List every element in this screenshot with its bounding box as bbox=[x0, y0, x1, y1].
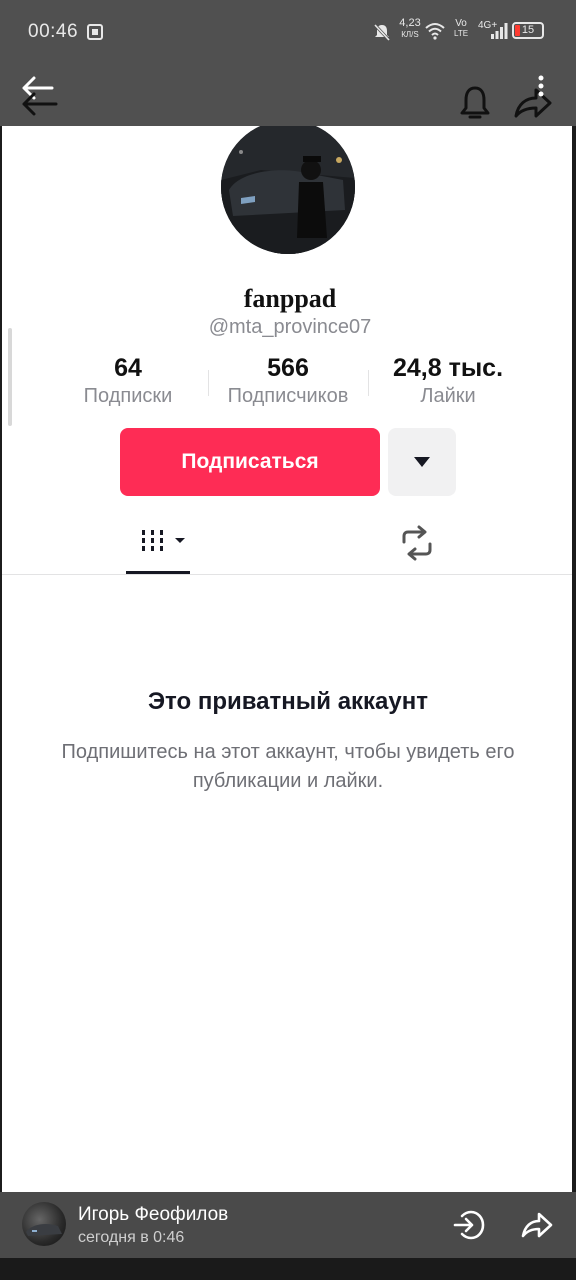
system-nav-strip bbox=[0, 1258, 576, 1280]
edge-scroll-indicator bbox=[8, 328, 12, 426]
stat-divider bbox=[368, 370, 369, 396]
message-time: сегодня в 0:46 bbox=[78, 1229, 185, 1246]
stat-value: 566 bbox=[267, 354, 309, 382]
tabs-divider bbox=[2, 574, 572, 575]
grid-icon bbox=[142, 530, 185, 551]
private-account-description: Подпишитесь на этот аккаунт, чтобы увиде… bbox=[61, 741, 515, 792]
follow-button[interactable]: Подписаться bbox=[120, 428, 380, 496]
avatar-photo bbox=[221, 126, 355, 254]
stat-value: 24,8 тыс. bbox=[392, 354, 504, 382]
notification-app-icon bbox=[87, 24, 103, 40]
triangle-down-icon bbox=[414, 457, 430, 467]
stat-label: Подписчиков bbox=[227, 385, 349, 407]
sender-avatar[interactable] bbox=[22, 1202, 66, 1246]
top-bar bbox=[0, 64, 576, 126]
net-speed: 4,23 КЛ/S bbox=[399, 17, 421, 40]
status-bar: 00:46 4,23 КЛ/S Vo LTE 4G+ 15 bbox=[0, 0, 576, 64]
profile-username: fanppad bbox=[243, 284, 337, 313]
tab-reposts[interactable] bbox=[398, 524, 436, 564]
sender-avatar-photo bbox=[26, 1224, 62, 1236]
sender-name: Игорь Феофилов bbox=[78, 1204, 229, 1225]
stat-divider bbox=[208, 370, 209, 396]
stat-likes[interactable]: 24,8 тыс. Лайки bbox=[374, 354, 522, 408]
battery-icon: 15 bbox=[512, 22, 544, 39]
reply-icon[interactable] bbox=[452, 1208, 486, 1242]
volte-indicator: Vo LTE bbox=[454, 18, 469, 39]
bell-icon[interactable] bbox=[458, 84, 492, 122]
tab-videos[interactable] bbox=[126, 526, 190, 566]
private-account-title: Это приватный аккаунт bbox=[147, 688, 429, 715]
wifi-icon bbox=[425, 23, 445, 40]
back-arrow-icon[interactable] bbox=[20, 74, 60, 120]
suggested-accounts-button[interactable] bbox=[388, 428, 456, 496]
stat-label: Подписки bbox=[83, 385, 173, 407]
stat-following[interactable]: 64 Подписки bbox=[70, 354, 186, 408]
status-time: 00:46 bbox=[28, 21, 79, 42]
profile-handle: @mta_province07 bbox=[208, 316, 372, 338]
mute-icon bbox=[373, 23, 391, 42]
profile-avatar[interactable] bbox=[221, 126, 355, 254]
stat-followers[interactable]: 566 Подписчиков bbox=[214, 354, 362, 408]
signal-icon bbox=[491, 23, 508, 39]
stat-label: Лайки bbox=[420, 385, 476, 407]
share-icon[interactable] bbox=[512, 82, 554, 122]
profile-page: fanppad @mta_province07 64 Подписки 566 … bbox=[2, 126, 572, 1192]
message-bar: Игорь Феофилов сегодня в 0:46 bbox=[0, 1192, 576, 1258]
more-vertical-icon[interactable] bbox=[536, 74, 546, 100]
forward-icon[interactable] bbox=[520, 1208, 554, 1242]
repost-icon bbox=[402, 525, 432, 561]
stat-value: 64 bbox=[114, 354, 142, 382]
